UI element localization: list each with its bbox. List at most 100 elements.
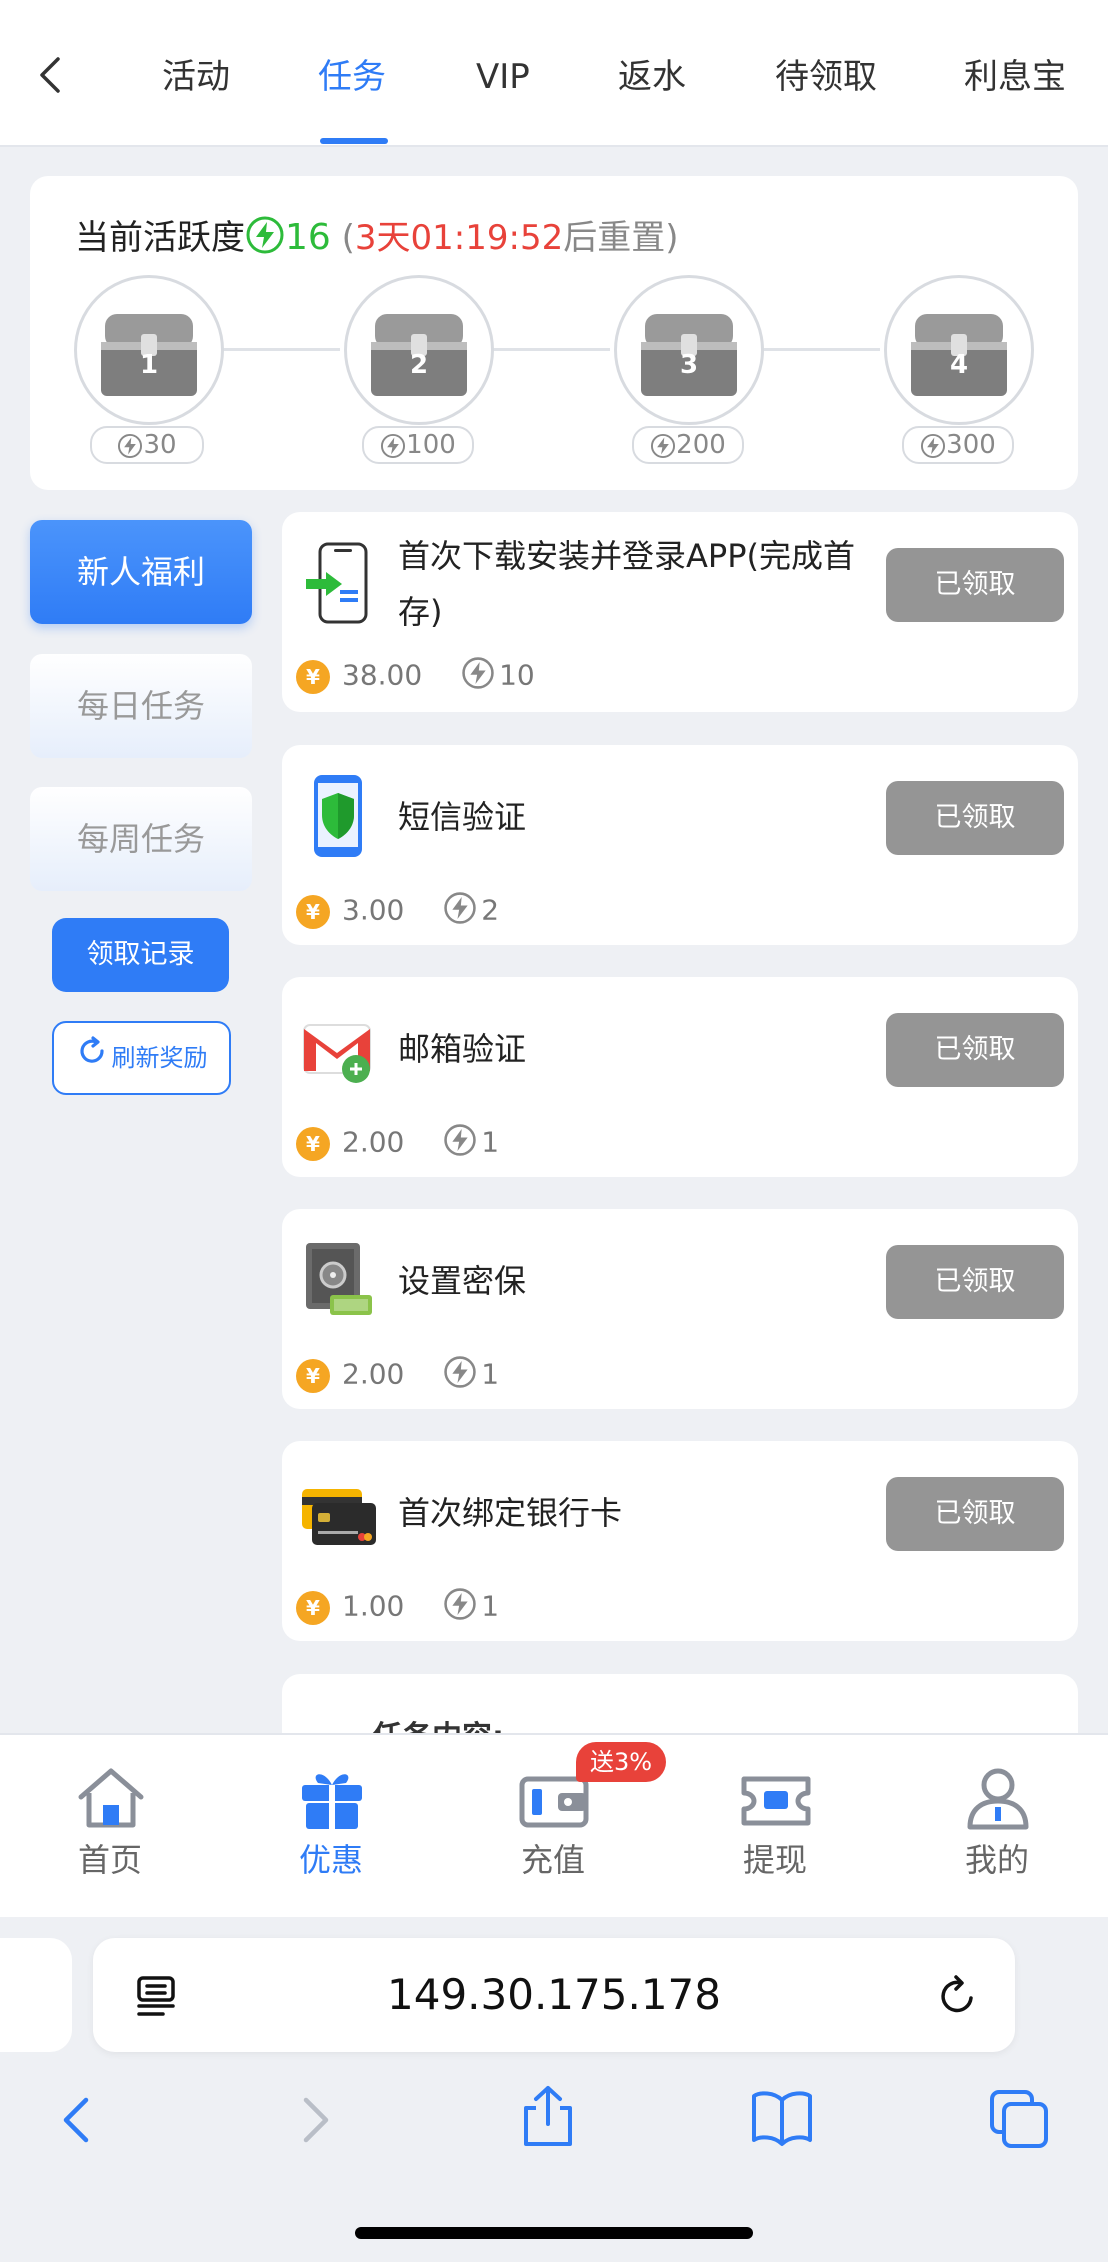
bottom-tab-bar: 首页 优惠 充值 提现 我的 [0,1733,1108,1917]
treasure-chest-2[interactable]: 2 [344,275,494,425]
coin-icon: ¥ [296,659,330,694]
bottom-tab-withdraw[interactable]: 提现 [700,1735,850,1917]
task-card: 短信验证 已领取 ¥3.00 2 [282,745,1078,945]
task-reward: ¥38.00 10 [296,656,535,696]
coin-icon: ¥ [296,1126,330,1161]
task-title: 邮箱验证 [398,1030,527,1068]
bottom-tab-promotions[interactable]: 优惠 [256,1735,406,1917]
home-icon [78,1768,144,1828]
task-content-card: 一、任务内容: [282,1674,1078,1755]
treasure-chest-1[interactable]: 1 [74,275,224,425]
treasure-chest-4[interactable]: 4 [884,275,1034,425]
reload-icon[interactable] [935,1974,979,2022]
sidebar-item-weekly[interactable]: 每周任务 [30,787,252,891]
bottom-tab-label: 充值 [520,1841,585,1879]
tabs-icon[interactable] [988,2088,1050,2154]
tab-activities[interactable]: 活动 [162,55,230,99]
task-card: 邮箱验证 已领取 ¥2.00 1 [282,977,1078,1177]
task-card: 首次下载安装并登录APP(完成首存) 已领取 ¥38.00 10 [282,512,1078,712]
reward-money: 3.00 [342,893,405,927]
phone-shield-icon [300,773,376,859]
gmail-link-icon [300,1005,376,1091]
task-reward: ¥3.00 2 [296,891,499,931]
bookmarks-icon[interactable] [750,2088,814,2152]
tab-rebate[interactable]: 返水 [618,55,686,99]
reward-money: 2.00 [342,1357,405,1391]
user-icon [967,1768,1029,1830]
bottom-tab-profile[interactable]: 我的 [922,1735,1072,1917]
open-paren: ( [341,218,355,258]
tab-tasks[interactable]: 任务 [318,55,386,99]
activity-label: 当前活跃度 [75,218,245,258]
coin-icon: ¥ [296,894,330,929]
url-text: 149.30.175.178 [387,1970,721,2019]
back-arrow-icon[interactable] [30,55,70,95]
share-icon[interactable] [518,2084,578,2152]
bolt-icon [443,1587,477,1628]
refresh-rewards-button[interactable]: 刷新奖励 [52,1021,231,1095]
task-title: 首次下载安装并登录APP(完成首存) [398,537,855,631]
previous-tab-preview[interactable] [0,1938,72,2052]
treasure-chest-3[interactable]: 3 [614,275,764,425]
claimed-button[interactable]: 已领取 [886,1477,1064,1551]
reset-timer: 3天01:19:52 [354,218,564,258]
chest-number: 1 [139,350,159,380]
progress-connector [222,348,340,351]
claimed-button[interactable]: 已领取 [886,548,1064,622]
active-tab-indicator [320,138,388,144]
bottom-tab-label: 我的 [964,1841,1029,1879]
coin-icon: ¥ [296,1358,330,1393]
chest-number: 4 [949,350,969,380]
gift-icon [302,1774,362,1829]
reward-points: 10 [499,658,535,692]
chest-number: 2 [409,350,429,380]
chest-points-3: 200 [632,426,744,464]
claimed-button[interactable]: 已领取 [886,1013,1064,1087]
top-nav-bar: 活动 任务 VIP 返水 待领取 利息宝 [0,0,1108,147]
tab-pending[interactable]: 待领取 [775,55,877,99]
tab-vip[interactable]: VIP [476,55,530,99]
reset-suffix: 后重置) [563,218,679,258]
sidebar-item-newcomer[interactable]: 新人福利 [30,520,252,624]
claimed-button[interactable]: 已领取 [886,781,1064,855]
chest-points-value: 200 [676,430,726,460]
reward-points: 2 [481,893,500,927]
progress-connector [762,348,880,351]
home-indicator [355,2227,753,2239]
reward-points: 1 [481,1125,500,1159]
bank-card-icon [300,1469,376,1555]
tab-interest[interactable]: 利息宝 [964,55,1066,99]
browser-forward-icon[interactable] [296,2092,336,2152]
refresh-label: 刷新奖励 [111,1044,208,1072]
bolt-icon [118,433,143,458]
task-reward: ¥2.00 1 [296,1123,499,1163]
reward-money: 1.00 [342,1589,405,1623]
sidebar-item-daily[interactable]: 每日任务 [30,654,252,758]
task-title: 首次绑定银行卡 [398,1494,623,1532]
claimed-button[interactable]: 已领取 [886,1245,1064,1319]
refresh-icon [76,1024,108,1094]
task-card: 设置密保 已领取 ¥2.00 1 [282,1209,1078,1409]
bolt-icon [245,215,285,264]
bolt-icon [443,1355,477,1396]
address-bar[interactable]: 149.30.175.178 [93,1938,1015,2052]
bolt-icon [921,433,946,458]
chest-points-value: 100 [406,430,456,460]
bottom-tab-home[interactable]: 首页 [35,1735,185,1917]
activity-value: 16 [285,217,331,258]
chest-points-2: 100 [362,426,474,464]
progress-connector [492,348,610,351]
browser-back-icon[interactable] [56,2092,96,2152]
chest-points-4: 300 [902,426,1014,464]
bottom-tab-label: 提现 [742,1841,807,1879]
deposit-bonus-badge: 送3% [576,1742,666,1782]
task-reward: ¥2.00 1 [296,1355,499,1395]
claim-record-button[interactable]: 领取记录 [52,918,229,992]
bolt-icon [443,891,477,932]
bolt-icon [461,656,495,697]
reward-points: 1 [481,1589,500,1623]
chest-points-value: 30 [143,430,177,460]
reward-points: 1 [481,1357,500,1391]
bolt-icon [651,433,676,458]
chest-points-1: 30 [90,426,204,464]
